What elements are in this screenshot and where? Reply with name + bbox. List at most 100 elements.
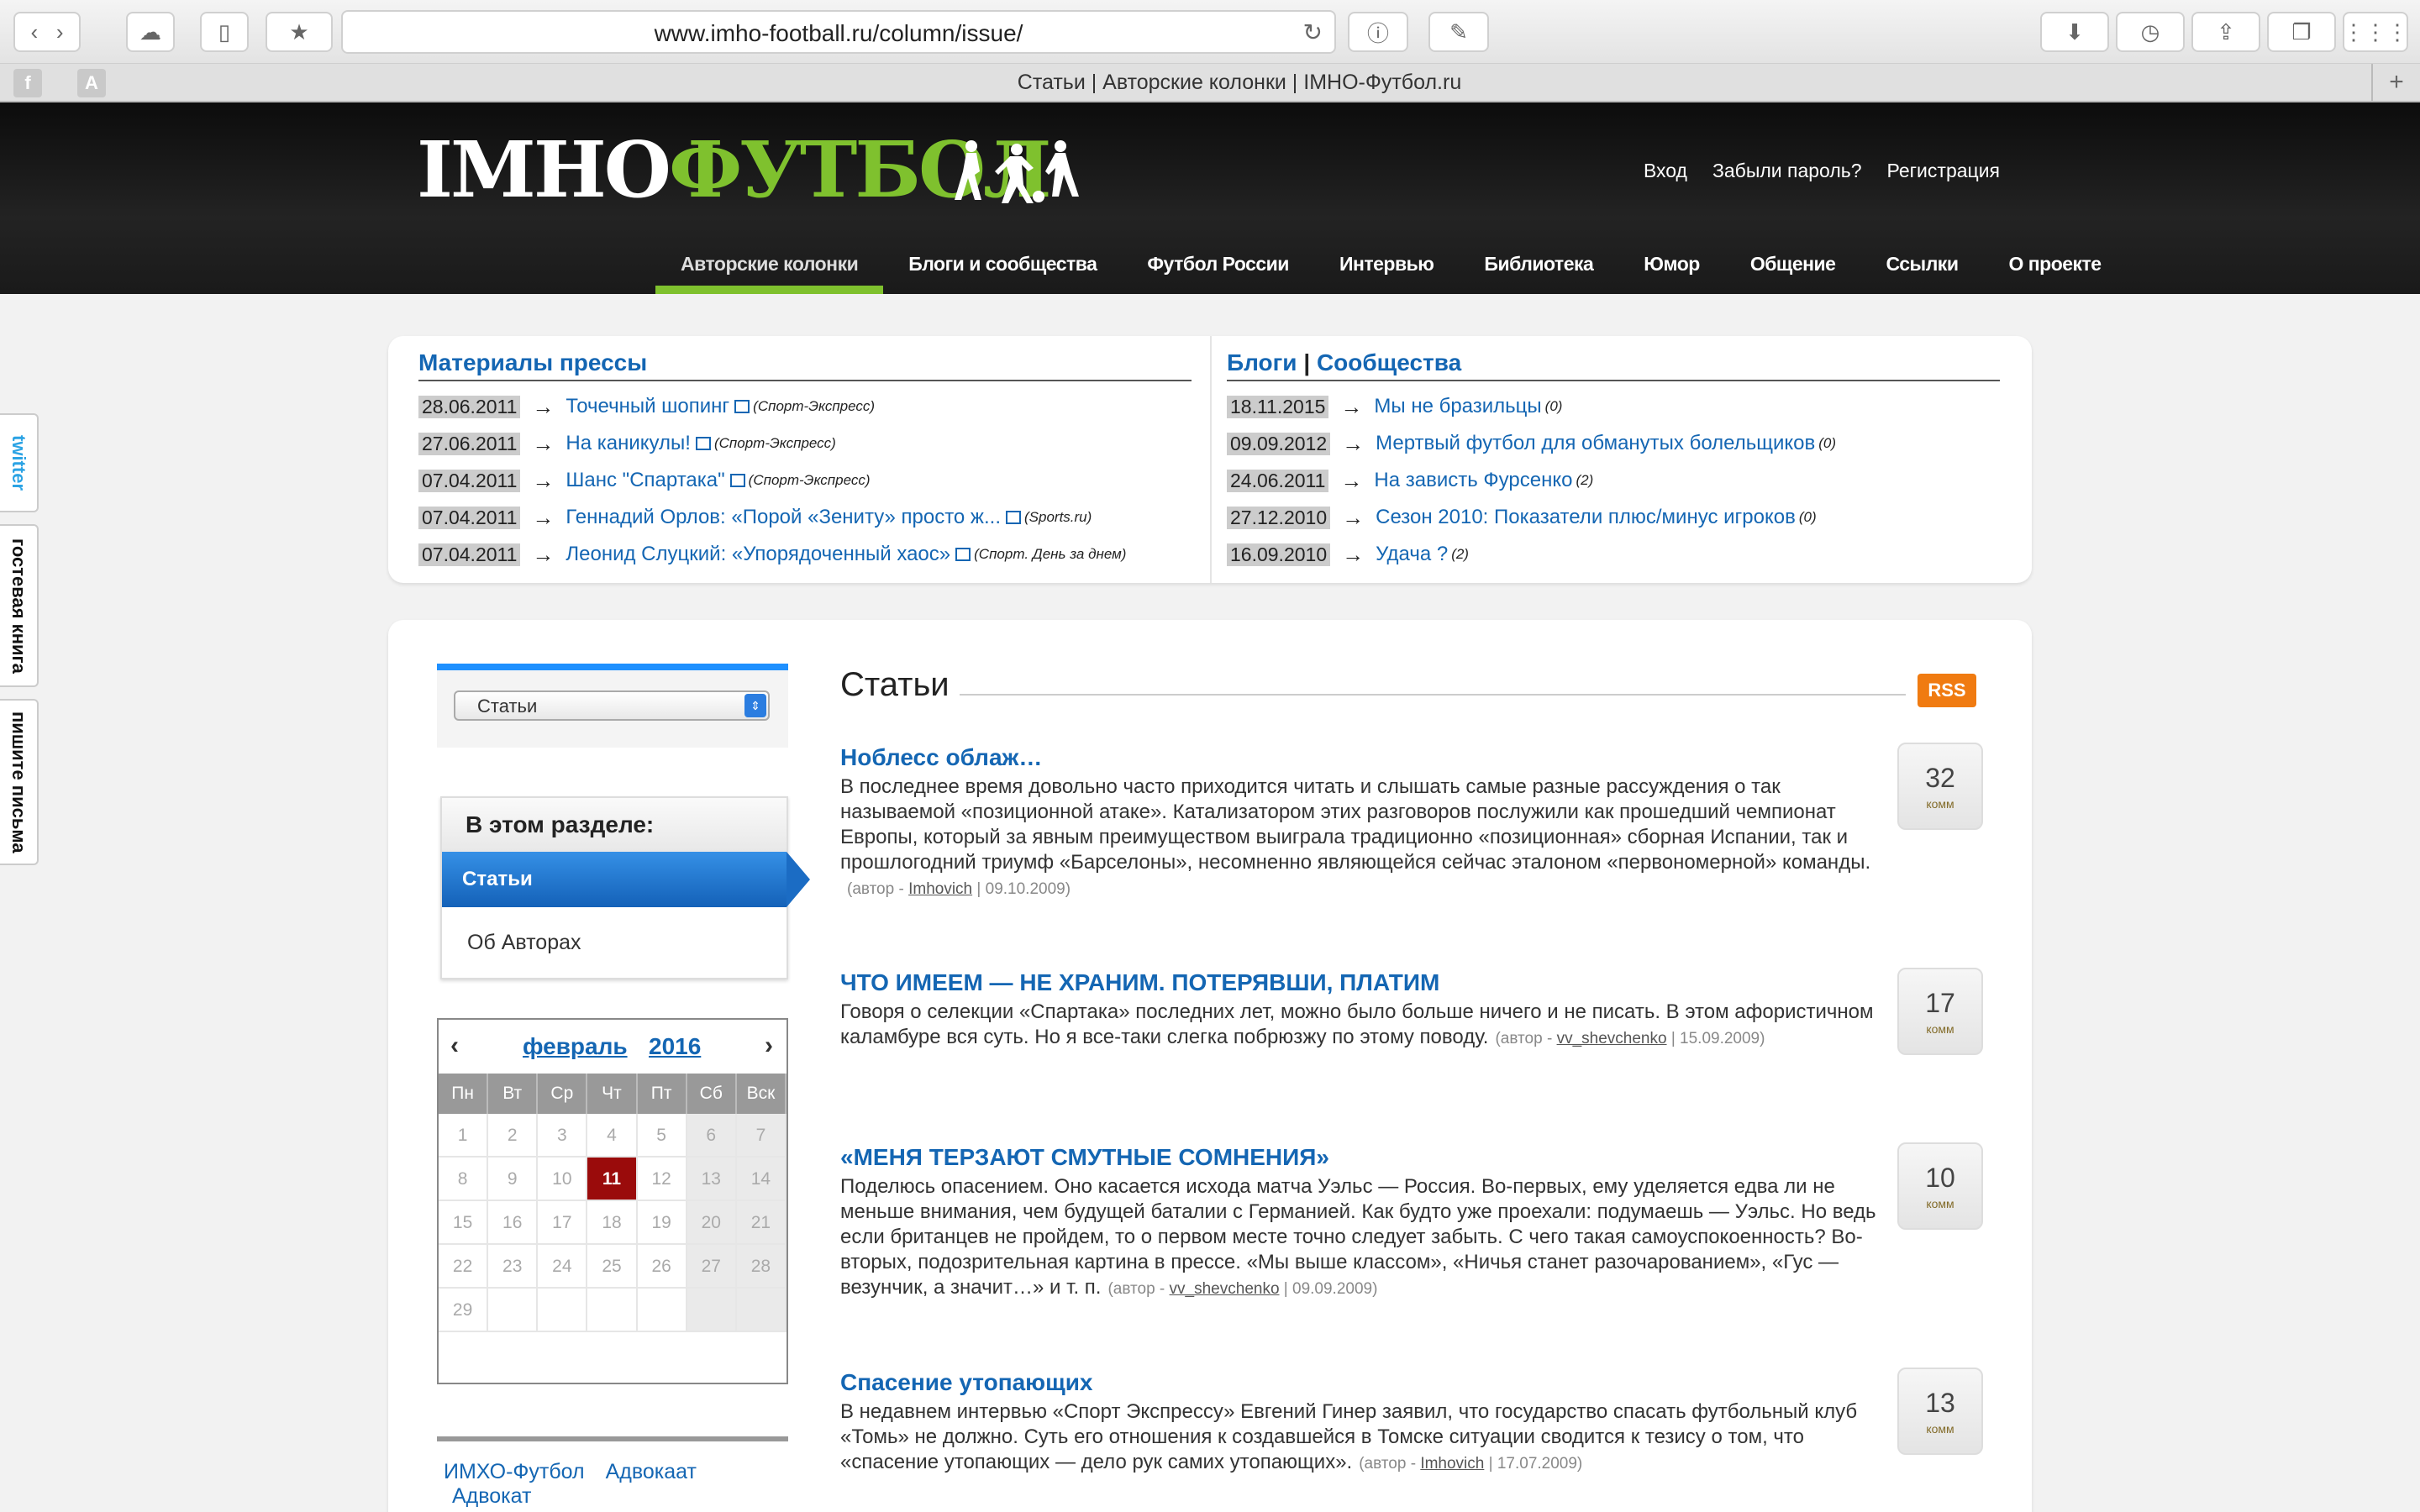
- guestbook-tab[interactable]: гостевая книга: [0, 524, 39, 687]
- calendar-month[interactable]: февраль: [523, 1033, 628, 1060]
- calendar-empty-cell: [736, 1289, 786, 1332]
- nav-library[interactable]: Библиотека: [1459, 247, 1618, 294]
- login-link[interactable]: Вход: [1644, 160, 1687, 182]
- blogs-column: Блоги | Сообщества 18.11.2015 → Мы не браз…: [1227, 349, 2000, 573]
- calendar-day: 10: [538, 1158, 588, 1201]
- press-link[interactable]: На каникулы!: [566, 432, 691, 455]
- external-link-icon: [729, 474, 745, 487]
- article-item: Спасение утопающих В недавнем интервью «…: [840, 1369, 1891, 1477]
- downloads-button[interactable]: ⬇: [2040, 12, 2109, 52]
- calendar-year[interactable]: 2016: [649, 1033, 701, 1060]
- article-date: | 09.10.2009): [976, 880, 1071, 898]
- communities-link[interactable]: Сообщества: [1317, 349, 1461, 375]
- nav-interviews[interactable]: Интервью: [1314, 247, 1459, 294]
- write-letters-tab[interactable]: пишите письма: [0, 699, 39, 865]
- comment-count-badge[interactable]: 17 комм: [1897, 968, 1983, 1055]
- rss-button[interactable]: RSS: [1918, 674, 1976, 707]
- bookmarks-button[interactable]: ★: [266, 12, 333, 52]
- blog-item: 16.09.2010 → Удача ? (2): [1227, 536, 2000, 573]
- reload-icon[interactable]: ↻: [1303, 18, 1323, 46]
- press-item: 07.04.2011 → Леонид Слуцкий: «Упорядоченны…: [418, 536, 1192, 573]
- author-link[interactable]: Imhovich: [1420, 1455, 1484, 1473]
- nav-author-columns[interactable]: Авторские колонки: [655, 247, 884, 294]
- calendar-day: 9: [488, 1158, 539, 1201]
- section-item-articles[interactable]: Статьи: [442, 852, 810, 907]
- a-icon[interactable]: A: [77, 69, 106, 97]
- article-title[interactable]: Спасение утопающих: [840, 1369, 1891, 1396]
- register-link[interactable]: Регистрация: [1887, 160, 2000, 182]
- select-arrow-icon[interactable]: ⇕: [744, 694, 766, 717]
- annotate-button[interactable]: ✎: [1428, 12, 1489, 52]
- article-title[interactable]: Ноблесс облаж…: [840, 744, 1891, 771]
- calendar-day-today[interactable]: 11: [587, 1158, 638, 1201]
- article-title[interactable]: «МЕНЯ ТЕРЗАЮТ СМУТНЫЕ СОМНЕНИЯ»: [840, 1144, 1891, 1171]
- section-item-authors[interactable]: Об Авторах: [442, 907, 786, 979]
- category-select[interactable]: Статьи ⇕: [454, 690, 770, 721]
- blog-link[interactable]: Удача ?: [1376, 543, 1448, 566]
- url-text[interactable]: www.imho-football.ru/column/issue/: [343, 20, 1334, 47]
- share-button[interactable]: ⇪: [2191, 12, 2260, 52]
- calendar-day: 15: [439, 1201, 489, 1245]
- external-link-icon: [734, 400, 750, 413]
- auth-links: Вход Забыли пароль? Регистрация: [1644, 160, 2000, 182]
- select-value: Статьи: [477, 696, 538, 717]
- forgot-password-link[interactable]: Забыли пароль?: [1712, 160, 1862, 182]
- sidebar-button[interactable]: ▯: [200, 12, 249, 52]
- article-title[interactable]: ЧТО ИМЕЕМ — НЕ ХРАНИМ. ПОТЕРЯВШИ, ПЛАТИМ: [840, 969, 1891, 996]
- press-box: Материалы прессы 28.06.2011 → Точечный шоп…: [388, 336, 2032, 583]
- author-link[interactable]: vv_shevchenko: [1170, 1280, 1280, 1298]
- twitter-tab[interactable]: twitter: [0, 413, 39, 512]
- author-link[interactable]: vv_shevchenko: [1557, 1030, 1667, 1047]
- tag-link[interactable]: Адвокаат: [606, 1460, 697, 1483]
- author-prefix: (автор -: [847, 880, 904, 898]
- blogs-link[interactable]: Блоги: [1227, 349, 1297, 375]
- tag-link[interactable]: ИМХО-Футбол: [444, 1460, 585, 1483]
- press-link[interactable]: Шанс "Спартака": [566, 469, 724, 492]
- new-tab-icon[interactable]: +: [2371, 64, 2420, 101]
- facebook-icon[interactable]: f: [13, 69, 42, 97]
- nav-about[interactable]: О проекте: [1983, 247, 2126, 294]
- icloud-tabs-button[interactable]: ☁: [126, 12, 175, 52]
- prev-month-icon[interactable]: ‹: [450, 1032, 459, 1060]
- press-link[interactable]: Леонид Слуцкий: «Упорядоченный хаос»: [566, 543, 950, 566]
- grid-button[interactable]: ⋮⋮⋮: [2343, 12, 2408, 52]
- calendar-day: 25: [587, 1245, 638, 1289]
- tabs-button[interactable]: ❐: [2267, 12, 2336, 52]
- back-icon[interactable]: ‹: [30, 19, 38, 45]
- nav-blogs[interactable]: Блоги и сообщества: [883, 247, 1122, 294]
- forward-icon[interactable]: ›: [56, 19, 64, 45]
- press-link[interactable]: Геннадий Орлов: «Порой «Зениту» просто ж…: [566, 506, 1001, 529]
- history-button[interactable]: ◷: [2116, 12, 2185, 52]
- tag-link[interactable]: Адвокат: [452, 1484, 531, 1508]
- calendar-day: 22: [439, 1245, 489, 1289]
- comment-count-badge[interactable]: 10 комм: [1897, 1142, 1983, 1230]
- article-meta: (автор - Imhovich | 09.10.2009): [847, 880, 1071, 898]
- author-link[interactable]: Imhovich: [908, 880, 972, 898]
- nav-humor[interactable]: Юмор: [1618, 247, 1725, 294]
- calendar-day: 16: [488, 1201, 539, 1245]
- comment-count-badge[interactable]: 13 комм: [1897, 1368, 1983, 1455]
- next-month-icon[interactable]: ›: [765, 1032, 773, 1060]
- blog-link[interactable]: Сезон 2010: Показатели плюс/минус игроко…: [1376, 506, 1796, 529]
- nav-chat[interactable]: Общение: [1725, 247, 1861, 294]
- blog-link[interactable]: Мы не бразильцы: [1374, 395, 1541, 418]
- article-item: ЧТО ИМЕЕМ — НЕ ХРАНИМ. ПОТЕРЯВШИ, ПЛАТИМ…: [840, 969, 1891, 1052]
- nav-russian-football[interactable]: Футбол России: [1122, 247, 1314, 294]
- clock-icon: ◷: [2140, 18, 2160, 45]
- nav-links[interactable]: Ссылки: [1860, 247, 1983, 294]
- press-date: 27.06.2011: [418, 432, 521, 455]
- blog-link[interactable]: На зависть Фурсенко: [1374, 469, 1572, 492]
- weekday-label: Вск: [736, 1074, 786, 1114]
- calendar-empty-cell: [488, 1289, 539, 1332]
- press-link[interactable]: Точечный шопинг: [566, 395, 729, 418]
- press-heading[interactable]: Материалы прессы: [418, 349, 1192, 381]
- comment-count-badge[interactable]: 32 комм: [1897, 743, 1983, 830]
- tab-title[interactable]: Статьи | Авторские колонки | IMHO-Футбол…: [122, 71, 2357, 95]
- blog-link[interactable]: Мертвый футбол для обманутых болельщиков: [1376, 432, 1815, 455]
- reader-button[interactable]: ⓘ: [1348, 12, 1408, 52]
- address-bar[interactable]: www.imho-football.ru/column/issue/ ↻: [341, 10, 1336, 54]
- comment-label: комм: [1926, 797, 1954, 811]
- back-forward-buttons[interactable]: ‹ ›: [13, 12, 81, 52]
- heading-separator: |: [1303, 349, 1311, 375]
- blog-item: 27.12.2010 → Сезон 2010: Показатели плюс/м…: [1227, 499, 2000, 536]
